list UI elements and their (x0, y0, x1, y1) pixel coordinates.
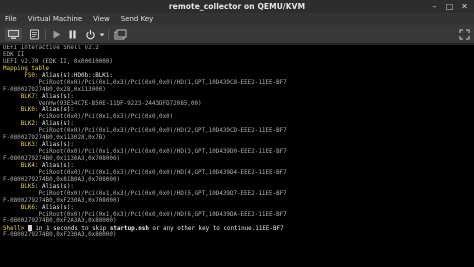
console-text: UEFI Interactive Shell v2.2 (3, 45, 99, 51)
power-icon[interactable] (84, 28, 97, 41)
console-text: F-0800279274B0,0x28,0x113000) (3, 86, 106, 93)
console-text: Alias(s): (42, 204, 74, 211)
console-line: PciRoot(0x0)/Pci(0x1,0x3)/Pci(0x0,0x0)/H… (3, 170, 474, 177)
console-text: PciRoot(0x0)/Pci(0x1,0x3)/Pci(0x0,0x0)/H… (3, 128, 287, 135)
monitor-icon[interactable] (5, 28, 22, 41)
console-line: BLK7: Alias(s): (3, 94, 474, 101)
vm-console-display[interactable]: UEFI Interactive Shell v2.2 EDK II UEFI v2… (0, 45, 474, 267)
console-text: PciRoot(0x0)/Pci(0x1,0x3)/Pci(0x0,0x0)/H… (3, 169, 287, 176)
console-text: PciRoot(0x0)/Pci(0x1,0x3)/Pci(0x0,0x0)/H… (3, 79, 287, 86)
console-text: F-0800279274B0,0x81B0A3,0x708000) (3, 176, 121, 183)
minimize-button[interactable]: – (429, 1, 440, 12)
toolbar-separator (108, 29, 109, 40)
console-line: PciRoot(0x0)/Pci(0x1,0x3)/Pci(0x0,0x0)/H… (3, 191, 474, 198)
console-text: BLK0: (3, 107, 43, 114)
console-line: PciRoot(0x0)/Pci(0x1,0x3)/Pci(0x0,0x0) (3, 114, 474, 121)
console-text: BLK5: (3, 183, 43, 190)
console-text: PciRoot(0x0)/Pci(0x1,0x3)/Pci(0x0,0x0)/H… (3, 149, 287, 156)
menu-send-key[interactable]: Send Key (121, 15, 154, 23)
window-title: remote_collector on QEMU/KVM (168, 2, 306, 11)
toolbar (0, 25, 474, 44)
console-text: Alias(s): (42, 121, 74, 128)
console-text: Alias(s): (42, 183, 74, 190)
console-line: Shell> in 1 seconds to skip startup.nsh … (3, 225, 474, 232)
maximize-button[interactable]: □ (444, 1, 455, 12)
console-line: F-0800279274B0,0xF230A3,0x708000) (3, 198, 474, 205)
console-line: BLK6: Alias(s): (3, 205, 474, 212)
console-line: BLK4: Alias(s): (3, 163, 474, 170)
console-line: EDK II (3, 52, 474, 59)
console-line: F-0800279274B0,0x28,0x113000) (3, 87, 474, 94)
console-text: BLK2: (3, 121, 43, 128)
console-text: Alias(s): (42, 93, 74, 100)
console-text: F-0800279274B0,0xF2A3A3,0x80000) (3, 218, 117, 225)
console-line: FS0: Alias(s):HD0b::BLK1: (3, 73, 474, 80)
console-text: F-0800279274B0,0xF230A3,0x708000) (3, 197, 121, 204)
console-text: F-0800279274B0,0x1130A3,0x708000) (3, 156, 121, 162)
console-line: BLK2: Alias(s): (3, 121, 474, 128)
close-button[interactable]: ✕ (459, 1, 470, 12)
fullscreen-icon[interactable] (458, 28, 471, 41)
console-text: Alias(s): (42, 162, 74, 169)
console-text: EDK II (3, 51, 25, 58)
console-text: UEFI v2.70 (EDK II, 0x00010000) (3, 58, 113, 65)
console-text: PciRoot(0x0)/Pci(0x1,0x3)/Pci(0x0,0x0) (3, 114, 174, 121)
console-text: F-0800279274B0,0xF230A3,0x80000) (3, 232, 117, 239)
console-line: BLK5: Alias(s): (3, 184, 474, 191)
console-text: BLK3: (3, 142, 43, 149)
console-text: F-0800279274B0,0x113028,0x7B) (3, 135, 106, 142)
info-icon[interactable] (28, 28, 41, 41)
console-line: F-0800279274B0,0xF2A3A3,0x80000) (3, 218, 474, 225)
menu-file[interactable]: File (5, 15, 17, 23)
console-text: PciRoot(0x0)/Pci(0x1,0x3)/Pci(0x0,0x0)/H… (3, 211, 287, 218)
toolbar-separator (45, 29, 46, 40)
console-text: Alias(s):HD0b::BLK1: (42, 72, 113, 79)
snapshot-icon[interactable] (113, 28, 128, 41)
console-text: BLK6: (3, 204, 43, 211)
console-line: UEFI Interactive Shell v2.2 (3, 45, 474, 52)
console-text: VenHw(93E34C7E-B50E-11DF-9223-2443DFD720… (3, 100, 202, 107)
menu-bar: File Virtual Machine View Send Key (0, 13, 474, 25)
console-line: F-0800279274B0,0x81B0A3,0x708000) (3, 177, 474, 184)
pause-icon[interactable] (66, 28, 79, 41)
console-line: F-0800279274B0,0x1130A3,0x708000) (3, 156, 474, 163)
console-text: PciRoot(0x0)/Pci(0x1,0x3)/Pci(0x0,0x0)/H… (3, 190, 287, 197)
console-line: PciRoot(0x0)/Pci(0x1,0x3)/Pci(0x0,0x0)/H… (3, 149, 474, 156)
window-titlebar[interactable]: remote_collector on QEMU/KVM – □ ✕ (0, 0, 474, 13)
console-line: F-0800279274B0,0x113028,0x7B) (3, 135, 474, 142)
dropdown-icon[interactable] (98, 28, 105, 41)
console-text: or any other key to continue.11EE-BF7 (148, 226, 284, 233)
menu-virtual-machine[interactable]: Virtual Machine (28, 15, 82, 23)
console-line: F-0800279274B0,0xF230A3,0x80000) (3, 232, 474, 239)
menu-view[interactable]: View (93, 15, 110, 23)
console-text: FS0: (3, 72, 43, 79)
console-line: VenHw(93E34C7E-B50E-11DF-9223-2443DFD720… (3, 101, 474, 108)
console-line: UEFI v2.70 (EDK II, 0x00010000) (3, 59, 474, 66)
console-text: BLK4: (3, 162, 43, 169)
console-line: BLK0: Alias(s): (3, 107, 474, 114)
console-line: BLK3: Alias(s): (3, 142, 474, 149)
console-line: PciRoot(0x0)/Pci(0x1,0x3)/Pci(0x0,0x0)/H… (3, 128, 474, 135)
console-text: Alias(s): (42, 107, 74, 114)
console-line: PciRoot(0x0)/Pci(0x1,0x3)/Pci(0x0,0x0)/H… (3, 80, 474, 87)
window-controls: – □ ✕ (429, 1, 470, 12)
console-line: Mapping table (3, 66, 474, 73)
console-text: BLK7: (3, 93, 43, 100)
console-text: Mapping table (3, 65, 50, 72)
console-line: PciRoot(0x0)/Pci(0x1,0x3)/Pci(0x0,0x0)/H… (3, 212, 474, 219)
play-icon[interactable] (50, 28, 63, 41)
console-text: Alias(s): (42, 142, 74, 149)
